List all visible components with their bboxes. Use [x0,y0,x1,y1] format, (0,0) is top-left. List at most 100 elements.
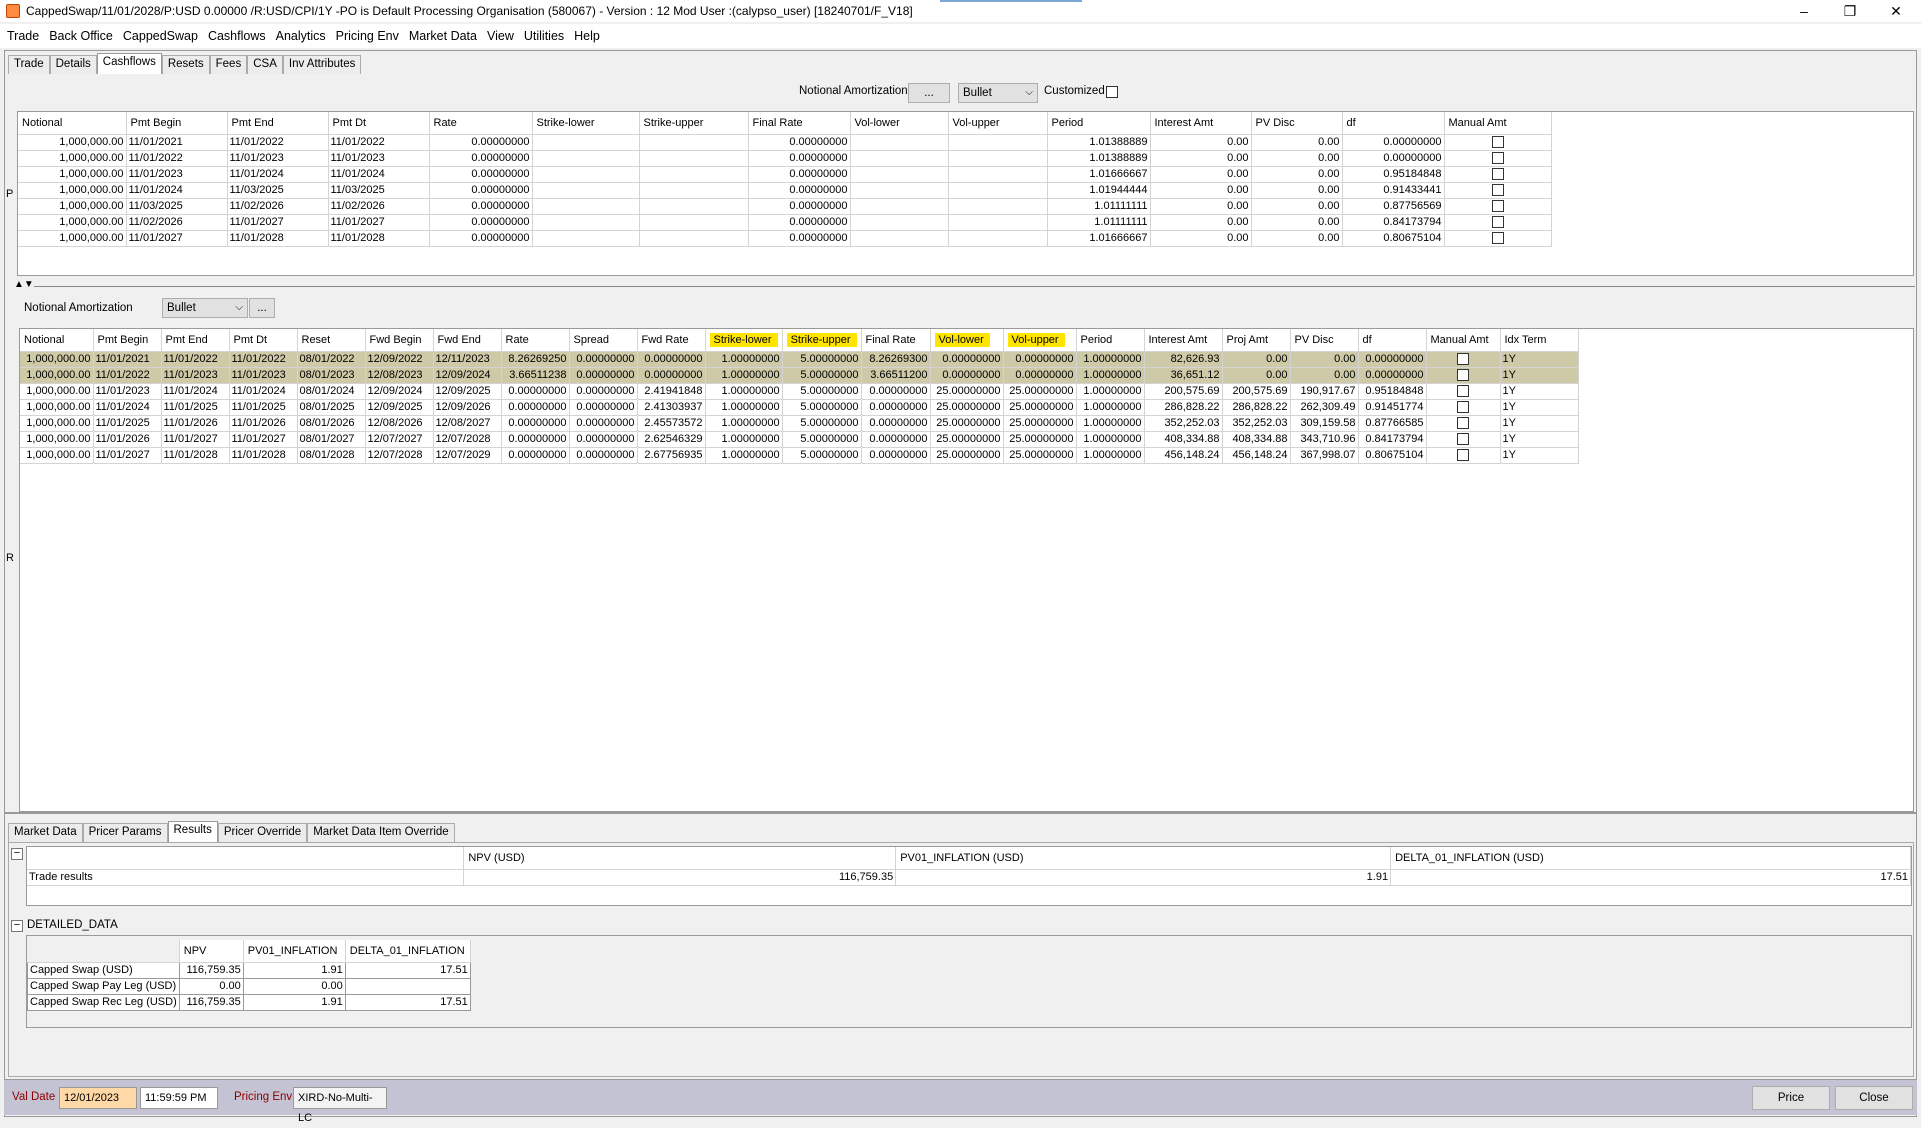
manual-amt-checkbox[interactable] [1491,232,1504,245]
manual-amt-checkbox[interactable] [1491,200,1504,213]
table-row[interactable]: 1,000,000.00 11/01/2027 11/01/2028 11/01/20… [20,447,1579,464]
tab-market-data[interactable]: Market Data [8,823,83,842]
column-header[interactable]: Pmt End [227,112,329,135]
manual-amt-checkbox[interactable] [1457,385,1469,398]
column-header[interactable]: Notional [20,329,94,352]
column-header[interactable]: Strike-lower [532,112,640,135]
manual-amt-checkbox[interactable] [1457,433,1469,446]
table-row[interactable]: 1,000,000.00 11/01/2025 11/01/2026 11/01/20… [20,415,1579,432]
table-row[interactable]: 1,000,000.00 11/01/2024 11/03/2025 11/03/20… [18,182,1552,199]
table-row[interactable]: Capped Swap Pay Leg (USD) 0.00 0.00 [27,977,471,995]
table-row[interactable]: 1,000,000.00 11/01/2022 11/01/2023 11/01/20… [18,150,1552,167]
tab-cashflows[interactable]: Cashflows [96,53,162,74]
price-button[interactable]: Price [1752,1086,1830,1110]
tab-inv-attributes[interactable]: Inv Attributes [282,55,362,74]
column-header[interactable]: Strike-upper [782,329,862,352]
menu-utilities[interactable]: Utilities [524,29,564,43]
tab-pricer-override[interactable]: Pricer Override [217,823,308,842]
pricing-env-field[interactable]: XIRD-No-Multi-LC [293,1087,387,1124]
column-header[interactable]: Idx Term [1500,329,1579,352]
results-collapse-icon[interactable]: − [11,848,23,860]
menu-back-office[interactable]: Back Office [49,29,113,43]
manual-amt-checkbox[interactable] [1491,184,1504,197]
manual-amt-checkbox[interactable] [1457,401,1469,414]
menu-pricing-env[interactable]: Pricing Env [336,29,399,43]
table-row[interactable]: 1,000,000.00 11/01/2023 11/01/2024 11/01/20… [18,166,1552,183]
close-button[interactable]: Close [1835,1086,1913,1110]
column-header[interactable]: Period [1047,112,1151,135]
column-header[interactable]: Pmt Dt [328,112,430,135]
column-header[interactable]: df [1358,329,1427,352]
manual-amt-checkbox[interactable] [1457,353,1469,366]
manual-amt-checkbox[interactable] [1491,168,1504,181]
tab-details[interactable]: Details [49,55,97,74]
menu-cashflows[interactable]: Cashflows [208,29,266,43]
manual-amt-checkbox[interactable] [1457,417,1469,430]
menu-trade[interactable]: Trade [7,29,39,43]
manual-amt-checkbox[interactable] [1491,152,1504,165]
splitter-arrows-icon[interactable]: ▲▼ [14,279,34,290]
splitter[interactable] [34,286,1915,287]
column-header[interactable]: Rate [501,329,570,352]
column-header[interactable]: Fwd Begin [365,329,434,352]
tab-trade[interactable]: Trade [8,55,50,74]
menu-cappedswap[interactable]: CappedSwap [123,29,198,43]
menu-help[interactable]: Help [574,29,600,43]
menu-market-data[interactable]: Market Data [409,29,477,43]
menu-analytics[interactable]: Analytics [276,29,326,43]
tab-csa[interactable]: CSA [247,55,283,74]
column-header[interactable]: Interest Amt [1150,112,1252,135]
column-header[interactable]: Reset [297,329,366,352]
column-header[interactable]: Final Rate [748,112,851,135]
table-row[interactable]: Capped Swap (USD) 116,759.35 1.91 17.51 [27,961,471,979]
column-header[interactable]: Vol-lower [930,329,1004,352]
pay-amort-button[interactable]: ... [908,83,950,103]
manual-amt-checkbox[interactable] [1457,369,1469,382]
menu-view[interactable]: View [487,29,514,43]
close-icon[interactable]: ✕ [1873,0,1919,22]
column-header[interactable]: df [1342,112,1445,135]
detailed-collapse-icon[interactable]: − [11,920,23,932]
table-row[interactable]: 1,000,000.00 11/01/2027 11/01/2028 11/01/20… [18,230,1552,247]
column-header[interactable]: Strike-lower [705,329,783,352]
restore-icon[interactable]: ❐ [1827,0,1873,22]
rec-amort-select[interactable]: Bullet ⌵ [162,298,248,318]
manual-amt-checkbox[interactable] [1491,216,1504,229]
rec-amort-button[interactable]: ... [249,298,275,318]
column-header[interactable]: Rate [429,112,533,135]
column-header[interactable]: Notional [18,112,127,135]
table-row[interactable]: 1,000,000.00 11/01/2026 11/01/2027 11/01/20… [20,431,1579,448]
val-time-field[interactable]: 11:59:59 PM [140,1087,218,1109]
tab-resets[interactable]: Resets [161,55,210,74]
table-row[interactable]: Trade results 116,759.35 1.91 17.51 [27,869,1911,886]
table-row[interactable]: 1,000,000.00 11/03/2025 11/02/2026 11/02/20… [18,198,1552,215]
tab-fees[interactable]: Fees [209,55,248,74]
column-header[interactable]: Final Rate [861,329,931,352]
column-header[interactable]: PV Disc [1290,329,1359,352]
column-header[interactable]: Period [1076,329,1145,352]
table-row[interactable]: 1,000,000.00 11/01/2023 11/01/2024 11/01/20… [20,383,1579,400]
column-header[interactable]: Proj Amt [1222,329,1291,352]
column-header[interactable]: Fwd End [433,329,502,352]
column-header[interactable]: Vol-upper [948,112,1048,135]
column-header[interactable]: Manual Amt [1444,112,1552,135]
tab-pricer-params[interactable]: Pricer Params [82,823,168,842]
column-header[interactable]: Pmt End [161,329,230,352]
table-row[interactable]: 1,000,000.00 11/01/2021 11/01/2022 11/01/20… [20,351,1579,368]
column-header[interactable]: PV Disc [1251,112,1343,135]
column-header[interactable]: Fwd Rate [637,329,706,352]
column-header[interactable]: Pmt Begin [93,329,162,352]
val-date-field[interactable]: 12/01/2023 [59,1087,137,1109]
table-row[interactable]: 1,000,000.00 11/02/2026 11/01/2027 11/01/20… [18,214,1552,231]
table-row[interactable]: Capped Swap Rec Leg (USD) 116,759.35 1.91 1… [27,993,471,1011]
manual-amt-checkbox[interactable] [1457,449,1469,462]
column-header[interactable]: Vol-upper [1003,329,1077,352]
column-header[interactable]: Manual Amt [1426,329,1501,352]
manual-amt-checkbox[interactable] [1491,136,1504,149]
column-header[interactable]: Interest Amt [1144,329,1223,352]
tab-results[interactable]: Results [167,821,218,842]
pay-amort-select[interactable]: Bullet ⌵ [958,83,1038,103]
column-header[interactable]: Spread [569,329,638,352]
column-header[interactable]: Pmt Begin [126,112,228,135]
tab-market-data-item-override[interactable]: Market Data Item Override [307,823,455,842]
